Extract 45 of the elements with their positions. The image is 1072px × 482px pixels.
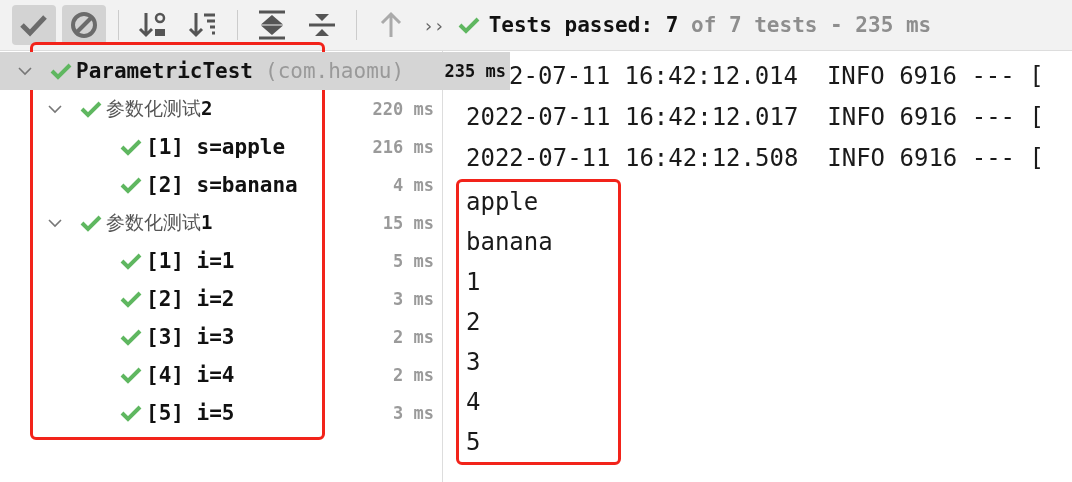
test-duration: 4 ms (393, 175, 434, 195)
more-button[interactable]: ›› (423, 14, 445, 36)
output-line: 3 (466, 347, 482, 378)
test-name: [2] s=banana (146, 173, 298, 197)
test-duration: 216 ms (372, 137, 434, 157)
tree-row[interactable]: [2] i=2 3 ms (0, 280, 442, 318)
ignored-filter-button[interactable] (62, 5, 106, 45)
test-duration: 235 ms (444, 61, 506, 81)
tree-row[interactable]: [5] i=5 3 ms (0, 394, 442, 432)
tree-row[interactable]: [4] i=4 2 ms (0, 356, 442, 394)
test-duration: 220 ms (372, 99, 434, 119)
test-name: [1] s=apple (146, 135, 286, 159)
output-line: 5 (466, 427, 482, 458)
log-line: 2022-07-11 16:42:12.508 INFO 6916 --- [ (465, 143, 1045, 174)
test-duration: 2 ms (393, 327, 434, 347)
passed-filter-button[interactable] (12, 5, 56, 45)
output-line: banana (466, 227, 554, 258)
tree-row[interactable]: ParametricTest (com.haomu) 235 ms (0, 52, 510, 90)
package-name: (com.haomu) (265, 59, 405, 83)
test-name: [3] i=3 (146, 325, 235, 349)
output-line: 2 (466, 307, 482, 338)
log-line: 2-07-11 16:42:12.014 INFO 6916 --- [ (509, 61, 1045, 92)
test-name: [5] i=5 (146, 401, 235, 425)
test-name: [1] i=1 (146, 249, 235, 273)
test-name: 参数化测试1 (106, 210, 213, 235)
test-name: 参数化测试2 (106, 96, 213, 121)
test-duration: 3 ms (393, 289, 434, 309)
tree-row[interactable]: [1] i=1 5 ms (0, 242, 442, 280)
test-status: Tests passed: 7 of 7 tests - 235 ms (488, 13, 932, 37)
test-name: [2] i=2 (146, 287, 235, 311)
test-duration: 3 ms (393, 403, 434, 423)
test-name: ParametricTest (76, 59, 253, 83)
output-line: apple (466, 187, 540, 218)
tree-row[interactable]: [3] i=3 2 ms (0, 318, 442, 356)
output-line: 4 (466, 387, 482, 418)
test-duration: 5 ms (393, 251, 434, 271)
test-duration: 15 ms (382, 213, 434, 233)
tree-row[interactable]: [1] s=apple 216 ms (0, 128, 442, 166)
test-duration: 2 ms (393, 365, 434, 385)
tree-row[interactable]: [2] s=banana 4 ms (0, 166, 442, 204)
output-line: 1 (466, 267, 482, 298)
log-line: 2022-07-11 16:42:12.017 INFO 6916 --- [ (465, 102, 1045, 133)
tree-row[interactable]: 参数化测试1 15 ms (0, 204, 442, 242)
tree-row[interactable]: 参数化测试2 220 ms (0, 90, 442, 128)
test-name: [4] i=4 (146, 363, 235, 387)
